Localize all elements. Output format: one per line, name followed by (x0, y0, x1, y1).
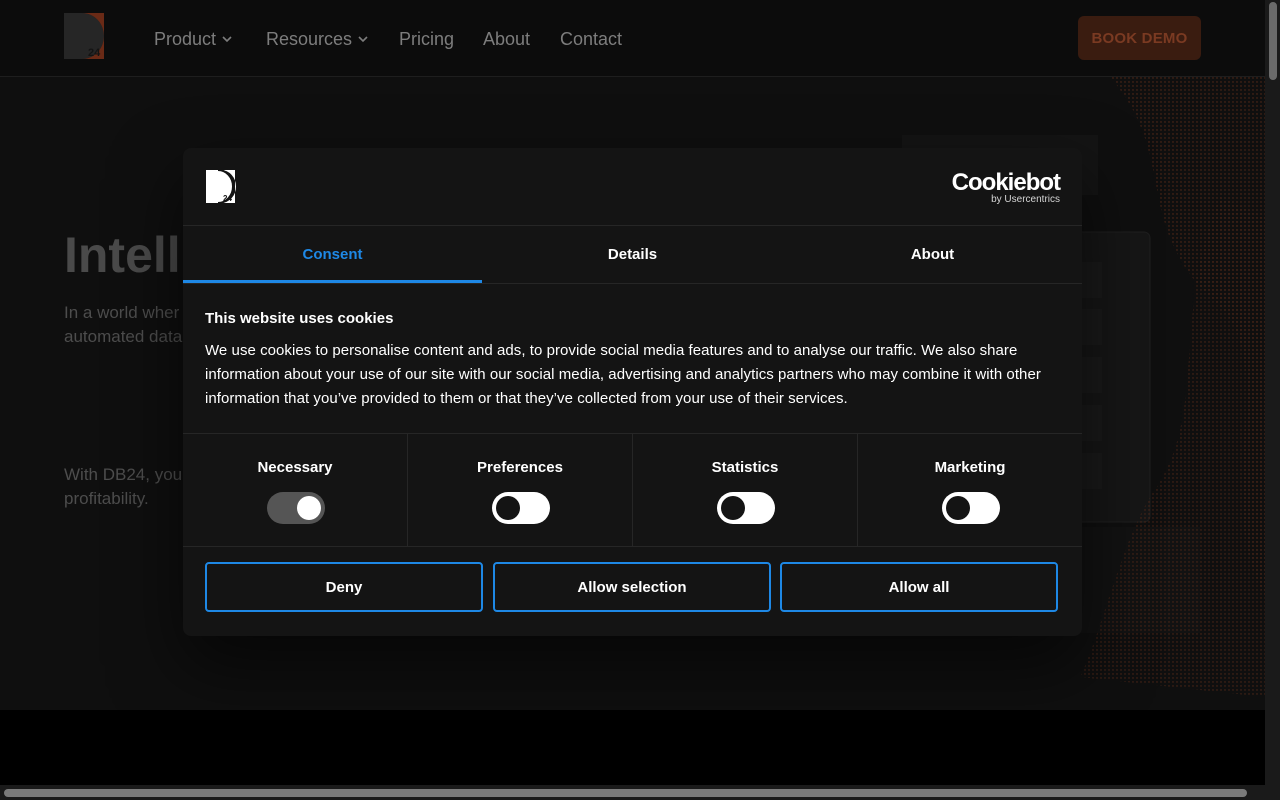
cookie-consent-dialog: 24 Cookiebot by Usercentrics Consent Det… (183, 148, 1082, 636)
dialog-heading: This website uses cookies (205, 310, 394, 327)
category-statistics-label: Statistics (711, 459, 779, 476)
category-marketing-label: Marketing (934, 459, 1006, 476)
category-preferences: Preferences (408, 434, 633, 546)
dialog-header: 24 Cookiebot by Usercentrics (183, 148, 1082, 226)
active-tab-indicator (183, 280, 482, 283)
cookiebot-name: Cookiebot (951, 169, 1061, 196)
page: 24 Product Resources Pricing About Conta… (0, 0, 1265, 785)
dialog-tabs: Consent Details About (183, 226, 1082, 284)
tab-about[interactable]: About (783, 226, 1082, 283)
toggle-knob (721, 496, 745, 520)
toggle-knob (946, 496, 970, 520)
category-statistics: Statistics (633, 434, 858, 546)
chevron-down-icon (222, 36, 232, 43)
marketing-toggle[interactable] (942, 492, 1000, 524)
nav-product[interactable]: Product (154, 27, 232, 51)
toggle-knob (496, 496, 520, 520)
book-demo-button[interactable]: BOOK DEMO (1078, 16, 1201, 60)
dialog-body: This website uses cookies We use cookies… (205, 310, 1061, 411)
preferences-toggle[interactable] (492, 492, 550, 524)
cookiebot-logo[interactable]: Cookiebot by Usercentrics (951, 169, 1061, 206)
chevron-down-icon (358, 36, 368, 43)
category-marketing: Marketing (858, 434, 1082, 546)
dialog-description: We use cookies to personalise content an… (205, 342, 1041, 407)
category-necessary: Necessary (183, 434, 408, 546)
allow-all-button[interactable]: Allow all (780, 562, 1058, 612)
necessary-toggle[interactable] (267, 492, 325, 524)
nav-resources[interactable]: Resources (266, 27, 368, 51)
svg-text:24: 24 (223, 194, 232, 203)
deny-button[interactable]: Deny (205, 562, 483, 612)
top-navbar: 24 Product Resources Pricing About Conta… (0, 0, 1265, 77)
nav-resources-label: Resources (266, 29, 353, 49)
toggle-knob (297, 496, 321, 520)
nav-product-label: Product (154, 29, 217, 49)
nav-contact[interactable]: Contact (560, 27, 622, 51)
horizontal-scrollbar-thumb[interactable] (4, 789, 1247, 797)
allow-selection-button[interactable]: Allow selection (493, 562, 771, 612)
category-preferences-label: Preferences (477, 459, 563, 476)
db24-logo: 24 (206, 169, 236, 204)
db24-logo[interactable]: 24 (64, 13, 104, 59)
vertical-scrollbar-thumb[interactable] (1269, 2, 1277, 80)
vertical-scrollbar[interactable] (1265, 0, 1280, 800)
lower-section (0, 710, 1265, 785)
statistics-toggle[interactable] (717, 492, 775, 524)
svg-text:24: 24 (88, 47, 101, 59)
category-necessary-label: Necessary (257, 459, 333, 476)
tab-consent[interactable]: Consent (183, 226, 482, 283)
nav-about[interactable]: About (483, 27, 530, 51)
tab-details[interactable]: Details (483, 226, 782, 283)
nav-pricing[interactable]: Pricing (399, 27, 454, 51)
cookie-category-toggles: Necessary Preferences Statistics Marketi… (183, 433, 1082, 547)
